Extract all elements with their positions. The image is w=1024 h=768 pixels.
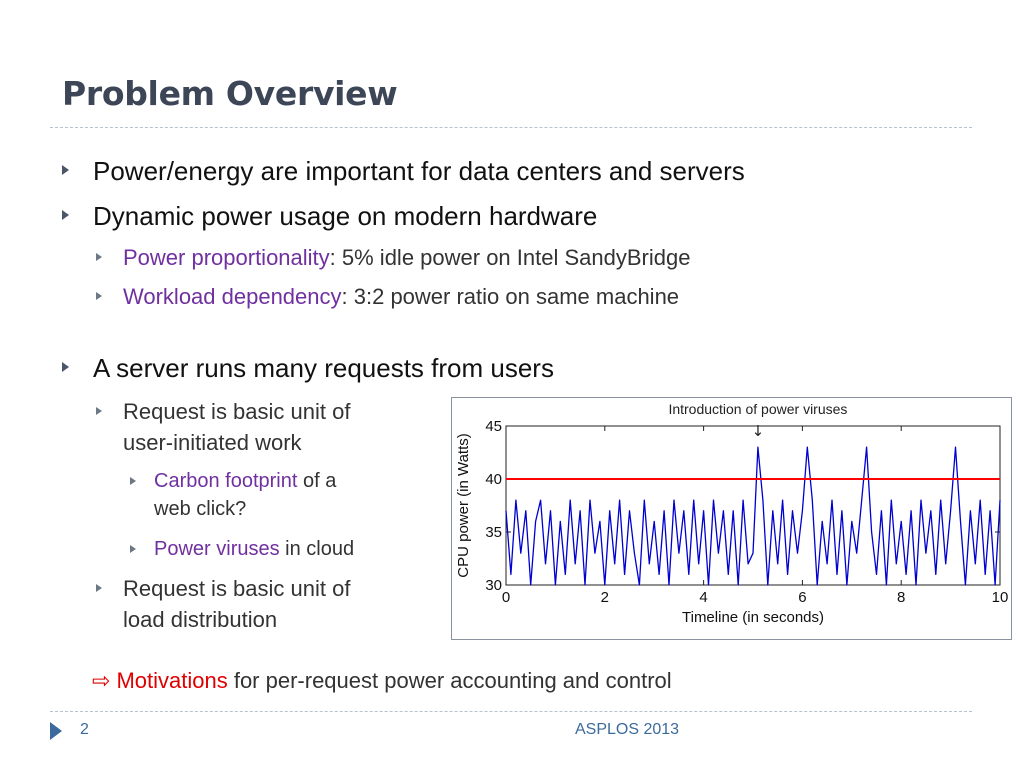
bullet-triangle-icon	[62, 210, 69, 220]
bullet-text: in cloud	[279, 538, 355, 560]
sub-sub-bullet-power-viruses: Power viruses in cloud	[130, 535, 354, 563]
bullet-triangle-icon	[62, 362, 69, 372]
conclusion-line: ⇨ Motivations for per-request power acco…	[92, 668, 672, 694]
sub-bullet-power-proportionality: Power proportionality: 5% idle power on …	[96, 245, 690, 271]
y-tick-label: 45	[485, 418, 502, 435]
bullet-triangle-icon	[130, 477, 136, 485]
highlight-term: Workload dependency	[123, 284, 342, 309]
page-title: Problem Overview	[62, 74, 398, 113]
annotation-arrow-icon: ↓	[752, 422, 765, 440]
bullet-triangle-icon	[96, 584, 102, 592]
bullet-triangle-icon	[130, 545, 136, 553]
y-tick-label: 35	[485, 524, 502, 541]
bullet-text: : 3:2 power ratio on same machine	[341, 284, 680, 309]
bullet-text: Request is basic unit of	[123, 576, 351, 601]
bullet-text: of a	[297, 470, 337, 492]
title-divider	[50, 127, 972, 128]
y-tick-label: 30	[485, 577, 502, 594]
bullet-text: Power/energy are important for data cent…	[93, 156, 745, 186]
bullet-text: user-initiated work	[123, 430, 302, 455]
highlight-motivations: Motivations	[116, 668, 228, 693]
plot-area: 0 2 4 6 8 10 30 35 40 45	[485, 418, 1008, 606]
page-number: 2	[80, 721, 89, 738]
bullet-power-energy: Power/energy are important for data cent…	[62, 156, 745, 187]
plot-frame	[505, 425, 1001, 586]
footer-triangle-icon	[50, 722, 62, 740]
highlight-term: Power viruses	[154, 538, 280, 560]
sub-bullet-user-work: Request is basic unit of user-initiated w…	[96, 396, 350, 458]
bullet-text: A server runs many requests from users	[93, 353, 554, 383]
bullet-server-requests: A server runs many requests from users	[62, 353, 554, 384]
bullet-text: Dynamic power usage on modern hardware	[93, 201, 598, 231]
y-tick-label: 40	[485, 471, 502, 488]
x-tick-label: 8	[897, 589, 905, 606]
x-tick-label: 10	[992, 589, 1009, 606]
arrow-right-icon: ⇨	[92, 668, 111, 693]
x-tick-label: 4	[699, 589, 707, 606]
bullet-text: load distribution	[123, 607, 278, 632]
chart-ylabel: CPU power (in Watts)	[455, 433, 472, 577]
highlight-term: Power proportionality	[123, 245, 330, 270]
x-tick-label: 2	[601, 589, 609, 606]
bullet-text: web click?	[154, 498, 247, 520]
sub-sub-bullet-carbon: Carbon footprint of a web click?	[130, 467, 336, 523]
x-tick-label: 6	[798, 589, 806, 606]
conclusion-text: for per-request power accounting and con…	[227, 668, 672, 693]
footer-conference: ASPLOS 2013	[575, 721, 680, 738]
series-line	[505, 446, 1001, 586]
x-tick-label: 0	[502, 589, 510, 606]
cpu-power-chart: Introduction of power viruses ↓ 0 2 4 6 8 10 3…	[455, 401, 1008, 626]
bullet-dynamic-power: Dynamic power usage on modern hardware	[62, 201, 597, 232]
bullet-triangle-icon	[62, 165, 69, 175]
highlight-term: Carbon footprint	[154, 470, 298, 492]
bullet-triangle-icon	[96, 292, 102, 300]
bullet-triangle-icon	[96, 253, 102, 261]
chart-annotation: Introduction of power viruses	[668, 401, 847, 417]
cpu-power-chart-frame: Introduction of power viruses ↓ 0 2 4 6 8 10 3…	[451, 397, 1012, 640]
sub-bullet-workload-dependency: Workload dependency: 3:2 power ratio on …	[96, 284, 679, 310]
sub-bullet-load-distribution: Request is basic unit of load distributio…	[96, 573, 350, 635]
bullet-triangle-icon	[96, 407, 102, 415]
bullet-text: : 5% idle power on Intel SandyBridge	[329, 245, 691, 270]
footer-divider	[50, 711, 972, 712]
chart-xlabel: Timeline (in seconds)	[682, 609, 824, 626]
bullet-text: Request is basic unit of	[123, 399, 351, 424]
